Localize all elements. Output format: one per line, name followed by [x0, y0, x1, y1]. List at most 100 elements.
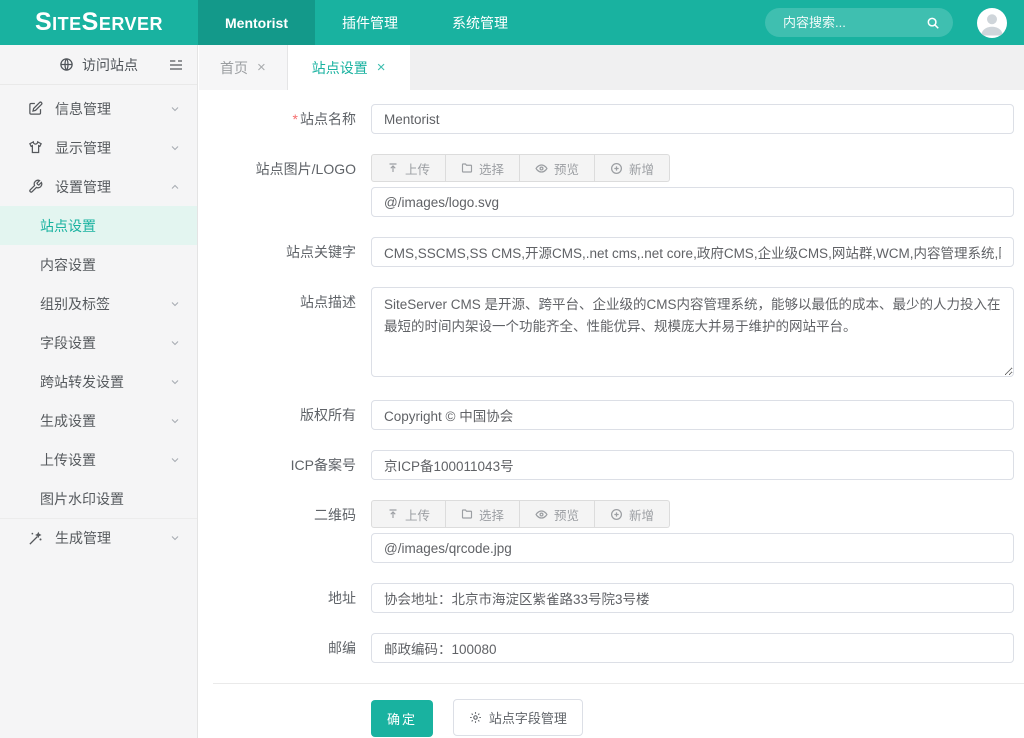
copyright-label: 版权所有	[199, 400, 371, 430]
topbar-right	[765, 0, 1024, 45]
collapse-menu-icon[interactable]	[168, 57, 184, 73]
chevron-down-icon	[169, 142, 181, 154]
sidebar-item-label: 设置管理	[55, 177, 111, 197]
tab-site-settings[interactable]: 站点设置 ×	[288, 45, 410, 90]
preview-button[interactable]: 预览	[520, 500, 595, 528]
topbar: SiteServer Mentorist 插件管理 系统管理	[0, 0, 1024, 45]
visit-site-button[interactable]: 访问站点	[0, 45, 197, 85]
sidebar-item-site-settings[interactable]: 站点设置	[0, 206, 197, 245]
address-label: 地址	[199, 583, 371, 613]
sidebar-item-info-mgmt[interactable]: 信息管理	[0, 89, 197, 128]
chevron-down-icon	[169, 298, 181, 310]
gear-icon	[469, 711, 482, 724]
site-logo-label: 站点图片/LOGO	[199, 154, 371, 217]
sidebar-item-watermark-settings[interactable]: 图片水印设置	[0, 479, 197, 518]
preview-button[interactable]: 预览	[520, 154, 595, 182]
sidebar-item-label: 字段设置	[40, 333, 96, 353]
sidebar-item-upload-settings[interactable]: 上传设置	[0, 440, 197, 479]
form-footer: 确定 站点字段管理	[213, 683, 1024, 738]
copyright-input[interactable]	[371, 400, 1014, 430]
qrcode-path-input[interactable]	[371, 533, 1014, 563]
sidebar-item-label: 站点设置	[40, 216, 96, 236]
sidebar-item-field-settings[interactable]: 字段设置	[0, 323, 197, 362]
sidebar-item-generate-mgmt[interactable]: 生成管理	[0, 518, 197, 557]
close-icon[interactable]: ×	[257, 60, 266, 75]
upload-button[interactable]: 上传	[371, 154, 446, 182]
sidebar-item-content-settings[interactable]: 内容设置	[0, 245, 197, 284]
form-row-keywords: 站点关键字	[199, 237, 1014, 267]
chevron-up-icon	[169, 181, 181, 193]
sidebar-item-label: 组别及标签	[40, 294, 110, 314]
chevron-down-icon	[169, 103, 181, 115]
required-asterisk: *	[293, 111, 298, 127]
magic-wand-icon	[28, 531, 44, 546]
visit-site-label: 访问站点	[82, 55, 138, 75]
zipcode-input[interactable]	[371, 633, 1014, 663]
tab-label: 站点设置	[312, 58, 368, 78]
site-logo-path-input[interactable]	[371, 187, 1014, 217]
close-icon[interactable]: ×	[377, 60, 386, 75]
sidebar-menu: 信息管理 显示管理 设置管理 站点设置 内容设置 组别及标签	[0, 85, 197, 557]
folder-icon	[461, 508, 473, 520]
top-nav: Mentorist 插件管理 系统管理	[198, 0, 535, 45]
address-input[interactable]	[371, 583, 1014, 613]
search-input[interactable]	[765, 15, 993, 30]
search-icon[interactable]	[926, 16, 940, 30]
site-name-input[interactable]	[371, 104, 1014, 134]
qrcode-label: 二维码	[199, 500, 371, 563]
sidebar-item-display-mgmt[interactable]: 显示管理	[0, 128, 197, 167]
top-nav-item-plugins[interactable]: 插件管理	[315, 0, 425, 45]
chevron-down-icon	[169, 376, 181, 388]
form-row-address: 地址	[199, 583, 1014, 613]
edit-icon	[28, 101, 44, 116]
folder-icon	[461, 162, 473, 174]
tab-home[interactable]: 首页 ×	[199, 45, 288, 90]
siteserver-logo-text: SiteServer	[35, 10, 163, 35]
qrcode-upload-button-group: 上传 选择 预览 新增	[371, 500, 670, 528]
description-textarea[interactable]: SiteServer CMS 是开源、跨平台、企业级的CMS内容管理系统，能够以…	[371, 287, 1014, 377]
logo-upload-button-group: 上传 选择 预览 新增	[371, 154, 670, 182]
form-row-icp: ICP备案号	[199, 450, 1014, 480]
top-nav-label: 系统管理	[452, 13, 508, 33]
top-nav-item-site[interactable]: Mentorist	[198, 0, 315, 45]
icp-label: ICP备案号	[199, 450, 371, 480]
add-new-button[interactable]: 新增	[595, 500, 670, 528]
confirm-button[interactable]: 确定	[371, 700, 433, 737]
sidebar: 访问站点 信息管理 显示管理 设置管理 站点设置	[0, 45, 198, 738]
site-fields-manage-button[interactable]: 站点字段管理	[453, 699, 583, 736]
wrench-icon	[28, 179, 44, 194]
upload-icon	[387, 508, 399, 520]
select-button[interactable]: 选择	[446, 154, 520, 182]
sidebar-item-crosssite-settings[interactable]: 跨站转发设置	[0, 362, 197, 401]
top-nav-label: 插件管理	[342, 13, 398, 33]
chevron-down-icon	[169, 532, 181, 544]
tshirt-icon	[28, 140, 44, 155]
sidebar-item-settings-mgmt[interactable]: 设置管理	[0, 167, 197, 206]
eye-icon	[535, 508, 548, 521]
form-row-description: 站点描述 SiteServer CMS 是开源、跨平台、企业级的CMS内容管理系…	[199, 287, 1014, 380]
chevron-down-icon	[169, 415, 181, 427]
sidebar-item-label: 生成管理	[55, 528, 111, 548]
form-row-copyright: 版权所有	[199, 400, 1014, 430]
sidebar-item-generate-settings[interactable]: 生成设置	[0, 401, 197, 440]
chevron-down-icon	[169, 454, 181, 466]
form-row-site-logo: 站点图片/LOGO 上传 选择 预览	[199, 154, 1014, 217]
keywords-input[interactable]	[371, 237, 1014, 267]
sidebar-item-groups-tags[interactable]: 组别及标签	[0, 284, 197, 323]
top-nav-label: Mentorist	[225, 15, 288, 31]
description-label: 站点描述	[199, 287, 371, 380]
form-row-qrcode: 二维码 上传 选择 预览	[199, 500, 1014, 563]
eye-icon	[535, 162, 548, 175]
upload-button[interactable]: 上传	[371, 500, 446, 528]
sidebar-item-label: 内容设置	[40, 255, 96, 275]
select-button[interactable]: 选择	[446, 500, 520, 528]
tab-bar: 首页 × 站点设置 ×	[199, 45, 1024, 90]
add-new-button[interactable]: 新增	[595, 154, 670, 182]
logo[interactable]: SiteServer	[0, 0, 198, 45]
tab-label: 首页	[220, 58, 248, 78]
icp-input[interactable]	[371, 450, 1014, 480]
sidebar-item-label: 信息管理	[55, 99, 111, 119]
globe-icon	[59, 57, 74, 72]
top-nav-item-system[interactable]: 系统管理	[425, 0, 535, 45]
form-row-zipcode: 邮编	[199, 633, 1014, 663]
